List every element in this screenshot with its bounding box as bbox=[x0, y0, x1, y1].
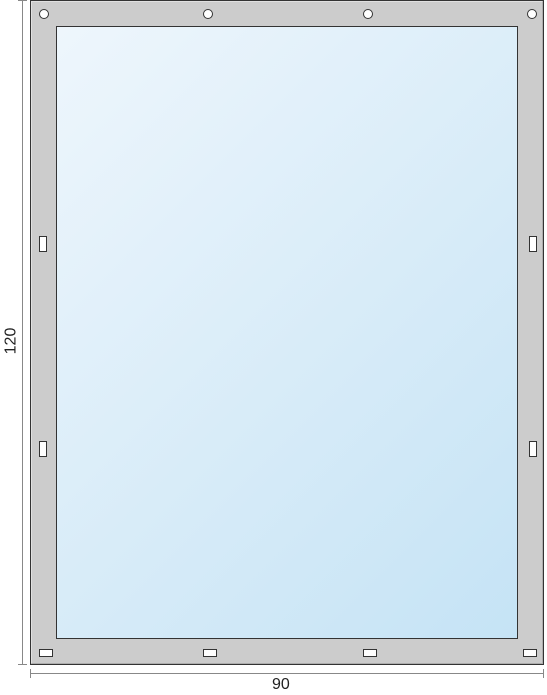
dimension-label-height: 120 bbox=[2, 328, 20, 355]
dimension-line-horizontal bbox=[30, 673, 544, 674]
eyelet-hole bbox=[527, 9, 537, 19]
eyelet-hole bbox=[39, 9, 49, 19]
mounting-slot bbox=[363, 649, 377, 657]
dimension-line-vertical bbox=[22, 0, 23, 665]
mounting-slot bbox=[39, 441, 47, 457]
dimension-label-width: 90 bbox=[272, 676, 290, 694]
mounting-slot bbox=[39, 649, 53, 657]
diagram-root: 120 90 bbox=[0, 0, 547, 695]
glass-panel bbox=[56, 26, 518, 639]
mounting-slot bbox=[529, 236, 537, 252]
eyelet-hole bbox=[363, 9, 373, 19]
mounting-slot bbox=[529, 441, 537, 457]
mounting-slot bbox=[203, 649, 217, 657]
eyelet-hole bbox=[203, 9, 213, 19]
panel-frame bbox=[30, 0, 544, 665]
mounting-slot bbox=[39, 236, 47, 252]
mounting-slot bbox=[523, 649, 537, 657]
